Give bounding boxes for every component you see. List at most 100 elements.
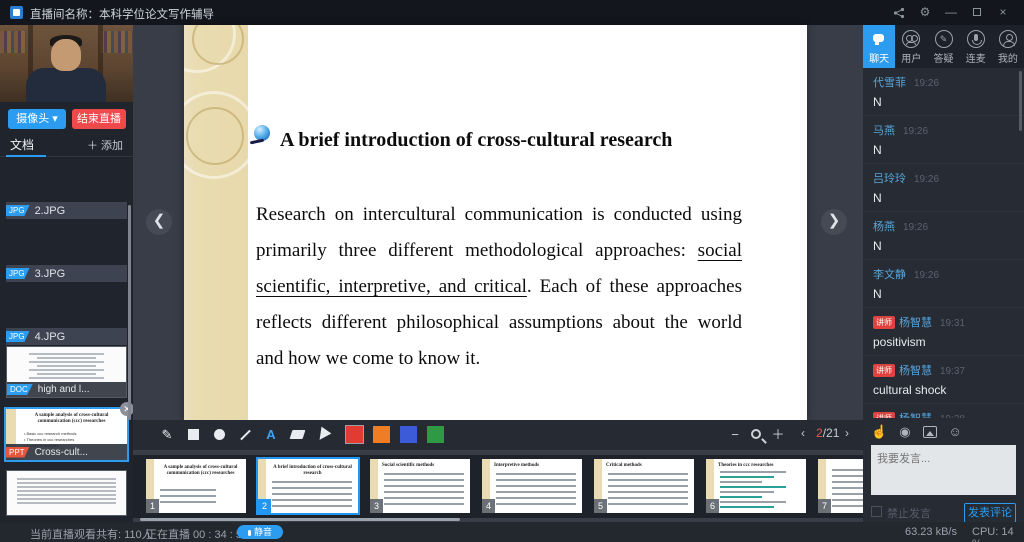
swatch-color-3[interactable] [400, 426, 417, 443]
eraser-tool-icon[interactable] [288, 426, 306, 444]
bullet-sphere-icon [254, 125, 270, 141]
hand-icon[interactable]: ☝ [871, 423, 887, 441]
slide-thumbnail-1[interactable]: A sample analysis of cross-cultural comm… [146, 459, 246, 513]
file-name: 4.JPG [35, 331, 66, 343]
message-text: N [873, 239, 1014, 253]
thumb-number: 6 [706, 499, 719, 513]
message-time: 19:26 [914, 174, 939, 185]
users-icon [895, 30, 927, 48]
chat-message: 讲师杨智慧19:38superior [863, 404, 1024, 418]
mic-icon [248, 530, 251, 536]
prev-page-icon[interactable]: ‹ [801, 426, 805, 440]
file-item-doc[interactable]: DOC high and l... [6, 346, 127, 398]
zoom-in-icon[interactable]: ＋ [769, 426, 787, 444]
sidebar-tab-users[interactable]: 用户 [895, 25, 927, 68]
maximize-button[interactable] [968, 4, 986, 21]
file-item-3jpg[interactable]: JPG 3.JPG [6, 265, 127, 282]
swatch-color-4[interactable] [427, 426, 444, 443]
next-page-icon[interactable]: › [845, 426, 849, 440]
rectangle-tool-icon[interactable] [184, 426, 202, 444]
lecturer-badge: 讲师 [873, 364, 895, 377]
next-slide-arrow[interactable]: ❯ [821, 209, 847, 235]
add-document-button[interactable]: ＋ 添加 [87, 137, 123, 153]
mute-audience-checkbox[interactable] [871, 506, 882, 517]
camera-button[interactable]: 摄像头 ▾ [8, 109, 66, 129]
message-time: 19:31 [940, 318, 965, 329]
swatch-color-1[interactable] [346, 426, 363, 443]
mute-audience-label: 禁止发言 [887, 505, 931, 521]
jpg-badge: JPG [6, 268, 30, 279]
tab-underline [6, 155, 46, 157]
thumb-caption: A sample analysis of cross-cultural comm… [160, 465, 241, 477]
slide-thumbnail-3[interactable]: Social scientific methods3 [370, 459, 470, 513]
sidebar-tab-chat-bubble[interactable]: 聊天 [863, 25, 895, 68]
file-item-2jpg[interactable]: JPG 2.JPG [6, 202, 127, 219]
chat-message-list: 代雪菲19:26N马燕19:26N吕玲玲19:26N杨燕19:26N李文静19:… [863, 68, 1024, 418]
magnifier-icon[interactable] [747, 426, 765, 444]
slide-thumbnail-2[interactable]: A brief introduction of cross-cultural r… [258, 459, 358, 513]
line-tool-icon[interactable] [236, 426, 254, 444]
filmstrip-scrollbar[interactable] [140, 518, 460, 521]
close-button[interactable]: × [994, 4, 1012, 21]
swatch-color-2[interactable] [373, 426, 390, 443]
file-item-partial[interactable] [6, 470, 127, 516]
message-text: N [873, 143, 1014, 157]
emoji-icon[interactable]: ☺ [949, 423, 962, 441]
webcam-video [0, 25, 133, 102]
sidebar-tabs: 聊天用户✎答疑连麦我的 [863, 25, 1024, 68]
screenshot-icon[interactable] [923, 426, 937, 438]
mute-button[interactable]: 静音 [237, 525, 283, 539]
jpg-badge: JPG [6, 331, 30, 342]
tab-label: 答疑 [927, 50, 959, 65]
slide-thumbnail-5[interactable]: Critical methods5 [594, 459, 694, 513]
file-item-ppt-selected[interactable]: A sample analysis of cross-cultural comm… [4, 407, 129, 462]
thumb-caption: Theories in ccc researches [718, 463, 803, 469]
chat-input[interactable] [871, 445, 1016, 495]
app-icon [10, 6, 23, 19]
text-tool-icon[interactable]: A [262, 426, 280, 444]
file-name: 2.JPG [35, 205, 66, 217]
file-name: Cross-cult... [35, 447, 88, 458]
chat-scrollbar[interactable] [1019, 71, 1022, 131]
settings-gear-icon[interactable]: ⚙ [916, 4, 934, 21]
message-time: 19:26 [903, 222, 928, 233]
share-icon[interactable] [890, 4, 908, 21]
minimize-button[interactable]: — [942, 4, 960, 21]
message-time: 19:26 [903, 126, 928, 137]
file-list-scrollbar[interactable] [128, 205, 131, 420]
clear-brush-tool-icon[interactable] [314, 426, 332, 444]
mic-icon [960, 30, 992, 48]
sidebar-tab-pencil[interactable]: ✎答疑 [927, 25, 959, 68]
chat-input-icons: ☝ ◉ ☺ [871, 423, 1016, 441]
sidebar-tab-mic[interactable]: 连麦 [960, 25, 992, 68]
end-stream-button[interactable]: 结束直播 [72, 109, 126, 129]
zoom-out-icon[interactable]: − [726, 426, 744, 444]
page-indicator: 2/21 [816, 426, 839, 440]
sender-name: 代雪菲 [873, 77, 906, 89]
person-icon [992, 30, 1024, 48]
slide-thumbnail-4[interactable]: Interpretive methods 4 [482, 459, 582, 513]
tab-documents[interactable]: 文档 [10, 136, 34, 153]
slide-thumbnail-6[interactable]: Theories in ccc researches 6 [706, 459, 806, 513]
file-item-4jpg[interactable]: JPG 4.JPG [6, 328, 127, 345]
pencil-tool-icon[interactable]: ✎ [158, 426, 176, 444]
thumb-caption: Interpretive methods [494, 463, 579, 469]
mute-label: 静音 [254, 527, 272, 537]
status-bar: 当前直播观看共有: 110人 正在直播 00 : 34 : 58 静音 63.2… [0, 522, 1024, 542]
message-text: cultural shock [873, 383, 1014, 397]
chat-options-row: 禁止发言 发表评论 [871, 503, 1016, 523]
send-comment-button[interactable]: 发表评论 [964, 503, 1016, 523]
remove-file-icon[interactable]: ✕ [120, 402, 134, 416]
sender-name: 杨智慧 [899, 365, 932, 377]
tab-label: 聊天 [863, 50, 895, 65]
sender-name: 杨燕 [873, 221, 895, 233]
message-time: 19:38 [940, 414, 965, 418]
slide-body-text: Research on intercultural communication … [256, 204, 742, 261]
record-icon[interactable]: ◉ [899, 423, 910, 441]
thumb-number: 4 [482, 499, 495, 513]
doc-badge: DOC [7, 384, 33, 395]
sidebar-tab-person[interactable]: 我的 [992, 25, 1024, 68]
circle-tool-icon[interactable] [210, 426, 228, 444]
ppt-mini-title: A sample analysis of cross-cultural comm… [18, 413, 125, 425]
prev-slide-arrow[interactable]: ❮ [146, 209, 172, 235]
